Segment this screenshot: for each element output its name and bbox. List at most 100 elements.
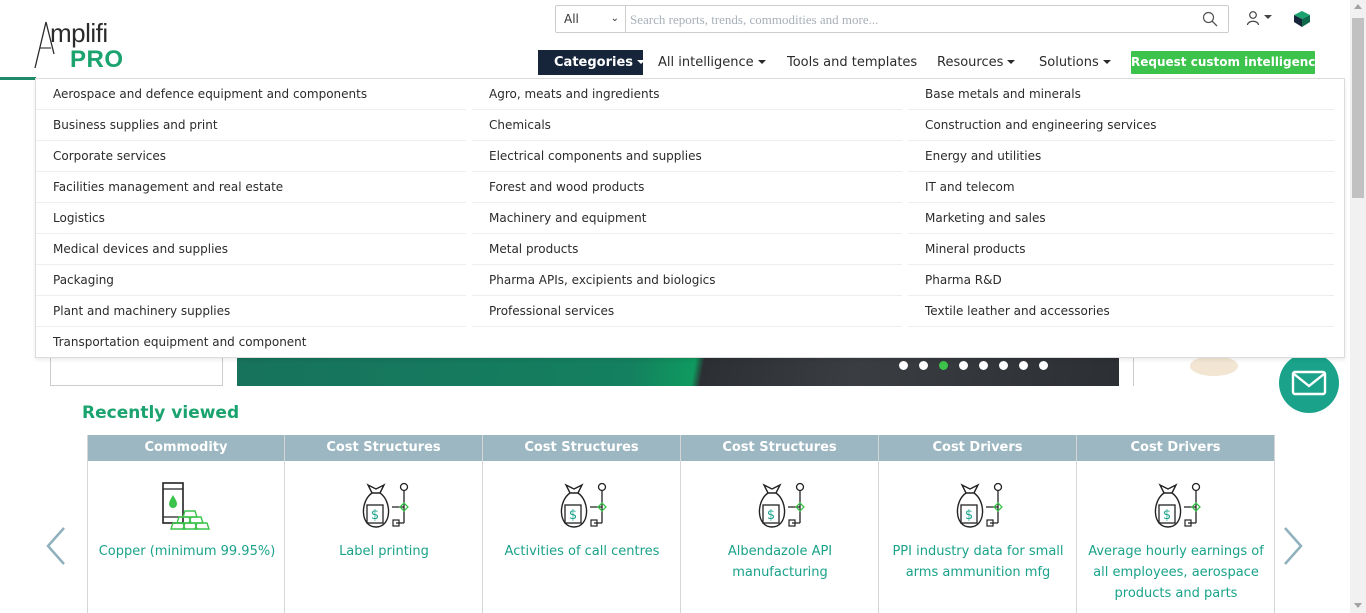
recent-card[interactable]: Cost Structures $ Activities of call cen… — [483, 435, 681, 613]
nav-resources-label: Resources — [937, 55, 1004, 70]
category-item[interactable]: Electrical components and supplies — [472, 141, 902, 172]
category-item[interactable]: Textile leather and accessories — [908, 296, 1334, 327]
chevron-down-icon: ⌄ — [610, 13, 619, 24]
nav-solutions[interactable]: Solutions — [1039, 50, 1111, 75]
banner-dot[interactable] — [919, 361, 928, 370]
categories-dropdown: Aerospace and defence equipment and comp… — [35, 78, 1345, 358]
carousel-prev-icon[interactable] — [44, 526, 68, 566]
category-item[interactable]: Facilities management and real estate — [36, 172, 466, 203]
app-switcher-icon[interactable] — [1292, 9, 1312, 29]
svg-text:$: $ — [569, 508, 577, 523]
category-item[interactable]: Business supplies and print — [36, 110, 466, 141]
nav-categories-label: Categories — [554, 55, 634, 70]
money-bag-structure-icon: $ — [1154, 482, 1201, 528]
nav-solutions-label: Solutions — [1039, 55, 1099, 70]
scrollbar-thumb[interactable] — [1352, 18, 1364, 198]
scroll-up-arrow-icon[interactable] — [1354, 4, 1362, 9]
svg-text:$: $ — [371, 508, 379, 523]
recent-card[interactable]: Cost Drivers $ Average hourly earnings o… — [1077, 435, 1275, 613]
category-item[interactable]: Aerospace and defence equipment and comp… — [36, 79, 466, 110]
site-header: mplifi PRO All ⌄ Search reports, trends,… — [0, 0, 1350, 80]
category-item[interactable]: Plant and machinery supplies — [36, 296, 466, 327]
recent-card[interactable]: Cost Structures $ Label printing — [285, 435, 483, 613]
carousel-next-icon[interactable] — [1281, 526, 1305, 566]
amplifi-pro-logo[interactable]: mplifi PRO — [34, 16, 134, 73]
category-item[interactable]: Corporate services — [36, 141, 466, 172]
banner-dot-active[interactable] — [939, 361, 948, 370]
banner-dot[interactable] — [1019, 361, 1028, 370]
user-account-icon[interactable] — [1246, 10, 1274, 26]
card-label[interactable]: Label printing — [289, 541, 479, 562]
category-item[interactable]: Medical devices and supplies — [36, 234, 466, 265]
search-icon[interactable] — [1202, 11, 1218, 27]
card-label[interactable]: Albendazole API manufacturing — [685, 541, 875, 583]
category-item[interactable]: Logistics — [36, 203, 466, 234]
caret-down-icon — [1102, 59, 1111, 64]
category-item[interactable]: Chemicals — [472, 110, 902, 141]
money-bag-structure-icon: $ — [362, 482, 409, 528]
logo-pro: PRO — [70, 46, 124, 73]
category-item[interactable]: Professional services — [472, 296, 902, 327]
category-item[interactable]: Agro, meats and ingredients — [472, 79, 902, 110]
svg-text:$: $ — [965, 508, 973, 523]
money-bag-structure-icon: $ — [956, 482, 1003, 528]
category-item[interactable]: Transportation equipment and component — [36, 327, 466, 358]
banner-dot[interactable] — [899, 361, 908, 370]
money-bag-structure-icon: $ — [758, 482, 805, 528]
category-item[interactable]: Mineral products — [908, 234, 1334, 265]
category-item[interactable]: Metal products — [472, 234, 902, 265]
search-scope-value: All — [564, 12, 579, 26]
banner-dot[interactable] — [959, 361, 968, 370]
card-label[interactable]: Activities of call centres — [487, 541, 677, 562]
recent-card[interactable]: Cost Drivers $ PPI industry data for sma… — [879, 435, 1077, 613]
card-label[interactable]: Average hourly earnings of all employees… — [1081, 541, 1271, 604]
commodity-barrel-icon — [162, 482, 210, 530]
card-type: Cost Drivers — [879, 435, 1076, 461]
card-type: Cost Structures — [285, 435, 482, 461]
card-label[interactable]: PPI industry data for small arms ammunit… — [883, 541, 1073, 583]
category-item[interactable]: Packaging — [36, 265, 466, 296]
category-item[interactable]: Pharma R&D — [908, 265, 1334, 296]
category-item[interactable]: Marketing and sales — [908, 203, 1334, 234]
category-item[interactable]: Energy and utilities — [908, 141, 1334, 172]
card-type: Commodity — [88, 435, 284, 461]
recent-card[interactable]: Commodity Copper (minimum 99.95%) — [87, 435, 285, 613]
nav-all-intelligence-label: All intelligence — [658, 55, 754, 70]
caret-down-icon — [757, 59, 766, 64]
nav-tools-templates[interactable]: Tools and templates — [787, 50, 917, 75]
search-scope-select[interactable]: All ⌄ — [556, 6, 626, 32]
recent-card[interactable]: Cost Structures $ Albendazole API manufa… — [681, 435, 879, 613]
banner-dot[interactable] — [1039, 361, 1048, 370]
category-item[interactable]: Construction and engineering services — [908, 110, 1334, 141]
money-bag-structure-icon: $ — [560, 482, 607, 528]
search-input[interactable]: Search reports, trends, commodities and … — [630, 12, 878, 28]
contact-mail-button[interactable] — [1279, 353, 1339, 413]
logo-wordmark: mplifi — [50, 18, 108, 48]
nav-all-intelligence[interactable]: All intelligence — [658, 50, 766, 75]
mail-icon — [1291, 370, 1327, 396]
category-item[interactable]: IT and telecom — [908, 172, 1334, 203]
card-type: Cost Structures — [483, 435, 680, 461]
header-accent-line — [0, 77, 36, 80]
nav-tools-label: Tools and templates — [787, 55, 918, 70]
nav-categories[interactable]: Categories — [538, 50, 646, 75]
search-bar: All ⌄ Search reports, trends, commoditie… — [555, 5, 1229, 33]
recently-viewed-title: Recently viewed — [82, 403, 240, 423]
card-type: Cost Drivers — [1077, 435, 1274, 461]
category-item[interactable]: Machinery and equipment — [472, 203, 902, 234]
scroll-down-arrow-icon[interactable] — [1354, 603, 1362, 608]
category-item[interactable]: Base metals and minerals — [908, 79, 1334, 110]
svg-text:$: $ — [1163, 508, 1171, 523]
nav-resources[interactable]: Resources — [937, 50, 1016, 75]
caret-down-icon — [637, 59, 646, 64]
category-item[interactable]: Pharma APIs, excipients and biologics — [472, 265, 902, 296]
category-item[interactable]: Forest and wood products — [472, 172, 902, 203]
banner-dot[interactable] — [979, 361, 988, 370]
recently-viewed-carousel: Commodity Copper (minimum 99.95%) Cost S… — [87, 435, 1275, 613]
request-custom-intelligence-button[interactable]: Request custom intelligence — [1131, 51, 1324, 74]
caret-down-icon — [1007, 59, 1016, 64]
card-type: Cost Structures — [681, 435, 878, 461]
svg-text:$: $ — [767, 508, 775, 523]
card-label[interactable]: Copper (minimum 99.95%) — [92, 541, 282, 562]
banner-dot[interactable] — [999, 361, 1008, 370]
